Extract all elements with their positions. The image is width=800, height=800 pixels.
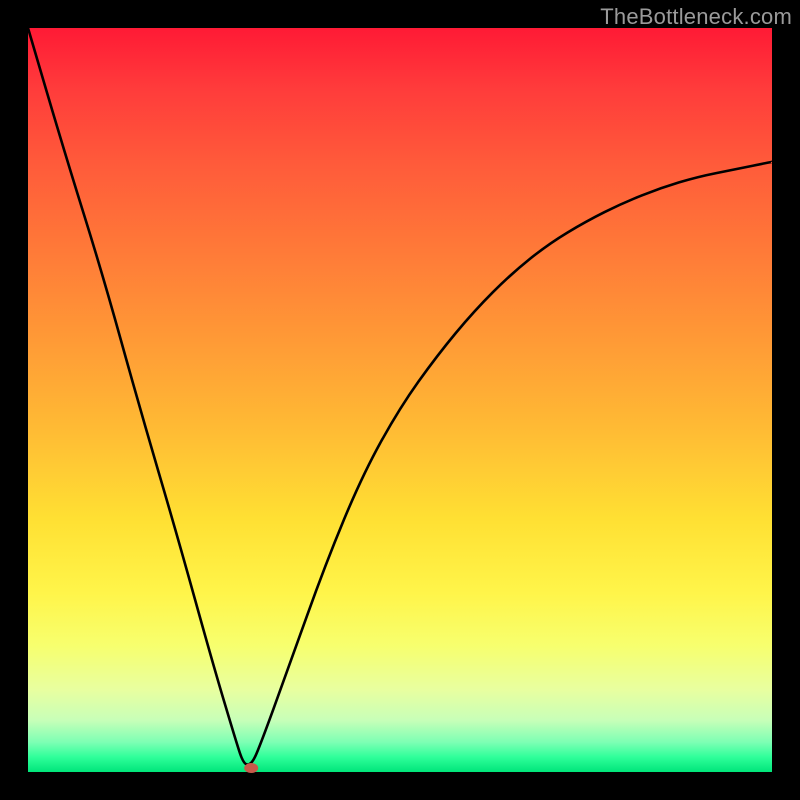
bottleneck-curve	[28, 28, 772, 765]
plot-area	[28, 28, 772, 772]
curve-svg	[28, 28, 772, 772]
watermark-text: TheBottleneck.com	[600, 4, 792, 30]
minimum-marker	[244, 763, 258, 773]
chart-frame: TheBottleneck.com	[0, 0, 800, 800]
